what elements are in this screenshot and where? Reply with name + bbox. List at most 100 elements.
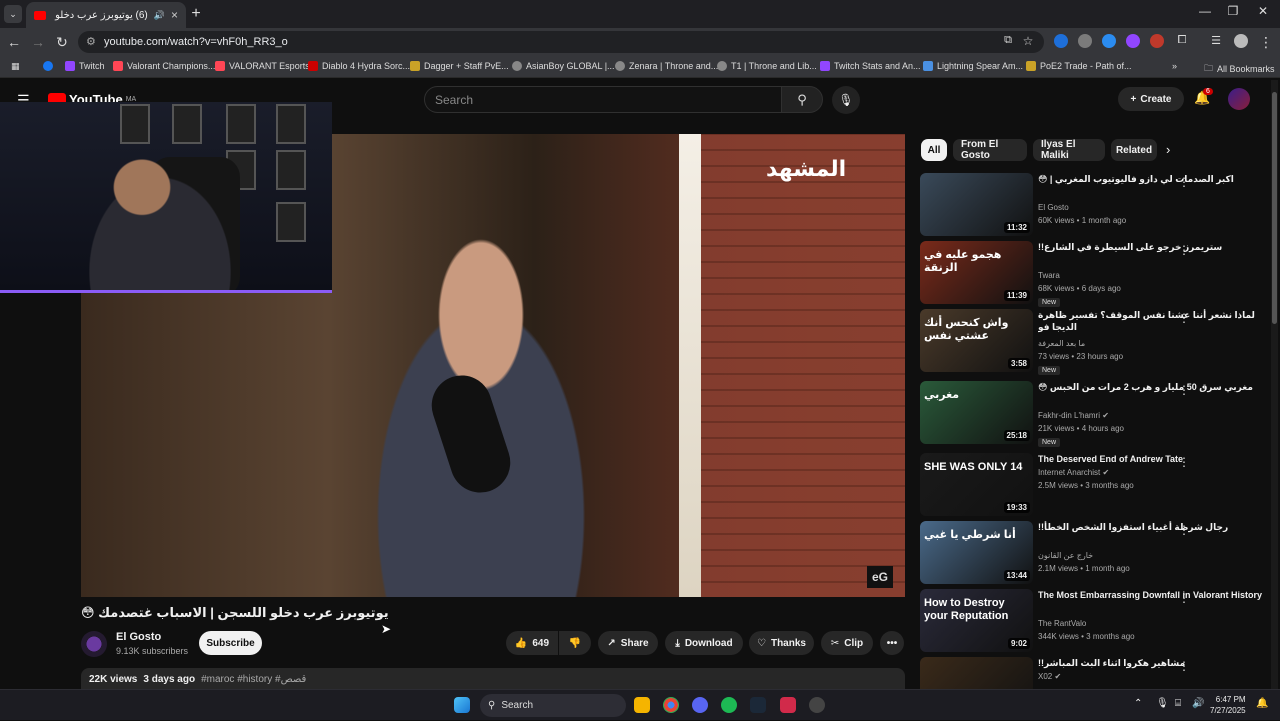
recommendation-item[interactable]: هجمو عليه في الزنقة 11:39 ستريمرز خرجو على… [920,241,1270,307]
menu-kebab-icon[interactable]: ⋮ [1256,34,1276,51]
recommendation-thumbnail[interactable]: واش كنحس أنك عشتي نفس 3:58 [920,309,1033,372]
recommendation-thumbnail[interactable]: 11:32 [920,173,1033,236]
recommendation-thumbnail[interactable]: How to Destroy your Reputation 9:02 [920,589,1033,652]
tab-close-icon[interactable]: × [171,8,178,22]
chrome-icon[interactable] [663,697,679,713]
recommendation-item[interactable]: SHE WAS ONLY 14 19:33 The Deserved End of … [920,453,1270,517]
voice-search-button[interactable]: 🎙 [832,86,860,114]
extension-icon[interactable] [1102,34,1116,48]
all-bookmarks-button[interactable]: 🗀 All Bookmarks [1204,61,1275,77]
extension-icon[interactable] [1078,34,1092,48]
more-options-kebab-icon[interactable]: ⋮ [1178,311,1190,325]
volume-icon[interactable]: 🔊 [1192,698,1204,709]
bookmark-item[interactable]: PoE2 Trade - Path of... [1026,61,1132,71]
bookmark-star-icon[interactable]: ☆ [1018,34,1038,48]
tray-chevron-icon[interactable]: ⌃ [1134,698,1142,709]
recommendation-thumbnail[interactable]: أنا شرطي يا غبي 13:44 [920,521,1033,584]
channel-name[interactable]: El Gosto [116,631,161,643]
more-options-kebab-icon[interactable]: ⋮ [1178,243,1190,257]
more-options-kebab-icon[interactable]: ⋮ [1178,383,1190,397]
chips-next-chevron-icon[interactable]: › [1166,142,1170,157]
extensions-puzzle-icon[interactable]: ⧠ [1172,34,1192,47]
facebook-bookmark[interactable] [43,61,53,71]
reload-icon[interactable]: ↻ [52,34,72,51]
tab-list-icon[interactable]: ☰ [1206,34,1226,47]
recommendation-title[interactable]: The Deserved End of Andrew Tate [1038,453,1264,465]
recommendation-channel[interactable]: The RantValo [1038,619,1086,628]
discord-icon[interactable] [692,697,708,713]
more-actions-button[interactable]: ••• [880,631,904,655]
recommendation-channel[interactable]: X02 ✔ [1038,672,1061,681]
recommendation-channel[interactable]: Fakhr-din L'hamri ✔ [1038,411,1109,420]
recommendation-title[interactable]: مشاهير هكروا اثناء البث المباشر!! [1038,657,1264,669]
bookmark-item[interactable]: Lightning Spear Am... [923,61,1023,71]
browser-tab-active[interactable]: (6) يوتيوبرز عرب دخلو اللسجن 🔊 × [26,2,186,28]
create-button[interactable]: + Create [1118,87,1184,111]
microphone-icon[interactable]: 🎙 [1156,698,1169,709]
system-clock[interactable]: 6:47 PM 7/27/2025 [1210,694,1246,716]
channel-avatar[interactable] [81,631,107,657]
more-options-kebab-icon[interactable]: ⋮ [1178,175,1190,189]
recommendation-title[interactable]: ستريمرز خرجو على السيطرة في الشارع!! [1038,241,1264,253]
share-button[interactable]: ↗ Share [598,631,658,655]
like-button[interactable]: 👍 649 [506,631,558,655]
subscribe-button[interactable]: Subscribe [199,631,262,655]
spotify-icon[interactable] [721,697,737,713]
new-tab-button[interactable]: + [186,4,206,24]
bookmark-item[interactable]: VALORANT Esports [215,61,310,71]
chip-related[interactable]: Related [1111,139,1157,161]
recommendation-title[interactable]: اكبر الصدمات لي دازو فاليوتيوب المغربي |… [1038,173,1264,185]
apps-grid-icon[interactable]: ▦ [11,61,20,72]
recommendation-channel[interactable]: El Gosto [1038,203,1069,212]
recommendation-item[interactable]: أنا شرطي يا غبي 13:44 رجال شرطة أغبياء است… [920,521,1270,585]
recommendation-title[interactable]: مغربي سرق 50 مليار و هرب 2 مرات من الحبس… [1038,381,1264,393]
recommendation-channel[interactable]: Internet Anarchist ✔ [1038,468,1109,477]
more-options-kebab-icon[interactable]: ⋮ [1178,591,1190,605]
chip-ilyas-el-maliki[interactable]: Ilyas El Maliki [1033,139,1105,161]
bookmark-item[interactable]: T1 | Throne and Lib... [717,61,817,71]
bookmark-item[interactable]: Twitch [65,61,105,71]
tab-search-chevron-icon[interactable]: ⌄ [4,5,22,23]
notification-icon[interactable]: 🔔 [1256,698,1268,709]
network-icon[interactable]: ⌸ [1175,698,1181,709]
profile-avatar[interactable] [1234,34,1248,48]
recommendation-channel[interactable]: خارج عن القانون [1038,551,1093,560]
forward-arrow-icon[interactable]: → [28,34,48,50]
recommendation-item[interactable]: واش كنحس أنك عشتي نفس 3:58 لماذا نشعر أننا… [920,309,1270,375]
bookmark-item[interactable]: Zenara | Throne and... [615,61,718,71]
account-avatar[interactable] [1228,88,1250,110]
close-window-icon[interactable]: ✕ [1248,4,1278,18]
app-icon[interactable] [780,697,796,713]
more-options-kebab-icon[interactable]: ⋮ [1178,523,1190,537]
thanks-button[interactable]: ♡ Thanks [749,631,814,655]
recommendation-thumbnail[interactable]: هجمو عليه في الزنقة 11:39 [920,241,1033,304]
restore-icon[interactable]: ❐ [1218,4,1248,18]
recommendation-channel[interactable]: Twara [1038,271,1060,280]
extension-icon[interactable] [1150,34,1164,48]
recommendation-title[interactable]: لماذا نشعر أننا عشنا نفس الموقف؟ تفسير ظ… [1038,309,1264,333]
more-options-kebab-icon[interactable]: ⋮ [1178,455,1190,469]
recommendation-item[interactable]: 11:32 اكبر الصدمات لي دازو فاليوتيوب المغ… [920,173,1270,237]
page-scrollbar-thumb[interactable] [1272,92,1277,324]
bookmark-item[interactable]: Dagger + Staff PvE... [410,61,509,71]
app-icon[interactable] [809,697,825,713]
steam-icon[interactable] [750,697,766,713]
bookmark-item[interactable]: AsianBoy GLOBAL |... [512,61,615,71]
recommendation-title[interactable]: The Most Embarrassing Downfall in Valora… [1038,589,1264,601]
taskbar-search[interactable]: ⚲ Search [480,694,626,717]
more-options-kebab-icon[interactable]: ⋮ [1178,659,1190,673]
recommendation-channel[interactable]: ما بعد المعرفة [1038,339,1085,348]
bookmark-item[interactable]: Valorant Champions... [113,61,215,71]
recommendation-item[interactable]: How to Destroy your Reputation 9:02 The Mo… [920,589,1270,653]
search-input[interactable]: Search [424,86,782,113]
bookmark-item[interactable]: Diablo 4 Hydra Sorc... [308,61,410,71]
clip-button[interactable]: ✂ Clip [821,631,873,655]
search-button[interactable]: ⚲ [781,86,823,113]
address-bar[interactable]: ⚙ youtube.com/watch?v=vhF0h_RR3_o [78,31,1044,53]
bookmark-item[interactable]: Twitch Stats and An... [820,61,921,71]
dislike-button[interactable]: 👎 [559,631,591,655]
file-explorer-icon[interactable] [634,697,650,713]
recommendation-title[interactable]: رجال شرطة أغبياء استفزوا الشخص الخطأ!! [1038,521,1264,533]
back-arrow-icon[interactable]: ← [4,34,24,50]
download-button[interactable]: ⤓ Download [665,631,743,655]
